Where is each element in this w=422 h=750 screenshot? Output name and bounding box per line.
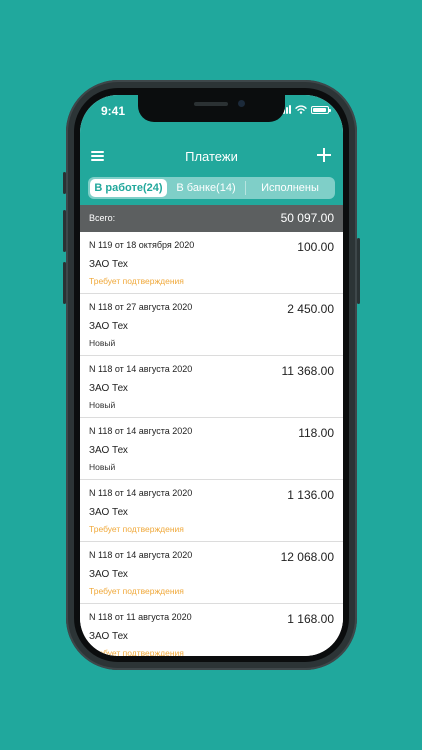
payment-row[interactable]: N 118 от 14 августа 2020 ЗАО Тех Новый 1…: [80, 418, 343, 480]
payment-row[interactable]: N 118 от 14 августа 2020 ЗАО Тех Требует…: [80, 480, 343, 542]
payment-amount: 100.00: [297, 240, 334, 254]
payment-org: ЗАО Тех: [89, 507, 128, 518]
volume-up-button: [63, 210, 66, 252]
payment-org: ЗАО Тех: [89, 259, 128, 270]
payment-number: N 118 от 14 августа 2020: [89, 550, 193, 560]
payment-amount: 118.00: [298, 426, 334, 440]
payment-row[interactable]: N 118 от 14 августа 2020 ЗАО Тех Новый 1…: [80, 356, 343, 418]
total-summary-bar: Всего: 50 097.00: [80, 205, 343, 232]
payment-status: Требует подтверждения: [89, 586, 184, 596]
payment-number: N 118 от 14 августа 2020: [89, 488, 193, 498]
battery-icon: [311, 105, 331, 114]
page-title: Платежи: [185, 149, 238, 164]
segmented-tabs: В работе(24) В банке(14) Исполнены: [88, 177, 335, 199]
payments-list: N 119 от 18 октября 2020 ЗАО Тех Требует…: [80, 232, 343, 656]
payment-amount: 1 136.00: [287, 488, 334, 502]
payment-org: ЗАО Тех: [89, 445, 128, 456]
notch: [138, 95, 285, 122]
payment-org: ЗАО Тех: [89, 321, 128, 332]
payment-amount: 2 450.00: [287, 302, 334, 316]
total-value: 50 097.00: [280, 211, 334, 225]
power-button: [357, 238, 360, 304]
payment-number: N 119 от 18 октября 2020: [89, 240, 195, 250]
payment-status: Требует подтверждения: [89, 524, 184, 534]
status-icons: [280, 105, 331, 114]
speaker-grille: [194, 102, 228, 106]
payment-row[interactable]: N 118 от 11 августа 2020 ЗАО Тех Требует…: [80, 604, 343, 656]
payment-status: Новый: [89, 338, 116, 348]
add-payment-icon[interactable]: [317, 148, 331, 162]
app-screen: 9:41 Платежи В работе(24) В банке(14) Ис…: [80, 95, 343, 656]
payment-status: Требует подтверждения: [89, 648, 184, 656]
tab-completed[interactable]: Исполнены: [246, 179, 334, 197]
payment-number: N 118 от 14 августа 2020: [89, 364, 193, 374]
payment-org: ЗАО Тех: [89, 631, 128, 642]
payment-number: N 118 от 14 августа 2020: [89, 426, 193, 436]
payment-amount: 1 168.00: [287, 612, 334, 626]
payment-org: ЗАО Тех: [89, 569, 128, 580]
payment-amount: 11 368.00: [281, 364, 335, 378]
payment-status: Новый: [89, 400, 116, 410]
front-camera: [238, 100, 245, 107]
payment-status: Требует подтверждения: [89, 276, 184, 286]
payment-row[interactable]: N 119 от 18 октября 2020 ЗАО Тех Требует…: [80, 232, 343, 294]
payment-row[interactable]: N 118 от 14 августа 2020 ЗАО Тех Требует…: [80, 542, 343, 604]
mute-switch: [63, 172, 66, 194]
status-time: 9:41: [101, 104, 126, 118]
tab-in-bank[interactable]: В банке(14): [167, 179, 245, 197]
payment-status: Новый: [89, 462, 116, 472]
total-label: Всего:: [89, 213, 116, 223]
payment-number: N 118 от 11 августа 2020: [89, 612, 192, 622]
wifi-icon: [295, 105, 307, 114]
payment-amount: 12 068.00: [280, 550, 334, 564]
payment-row[interactable]: N 118 от 27 августа 2020 ЗАО Тех Новый 2…: [80, 294, 343, 356]
phone-frame: 9:41 Платежи В работе(24) В банке(14) Ис…: [63, 80, 360, 670]
volume-down-button: [63, 262, 66, 304]
payment-number: N 118 от 27 августа 2020: [89, 302, 193, 312]
tab-in-progress[interactable]: В работе(24): [90, 179, 167, 197]
payment-org: ЗАО Тех: [89, 383, 128, 394]
